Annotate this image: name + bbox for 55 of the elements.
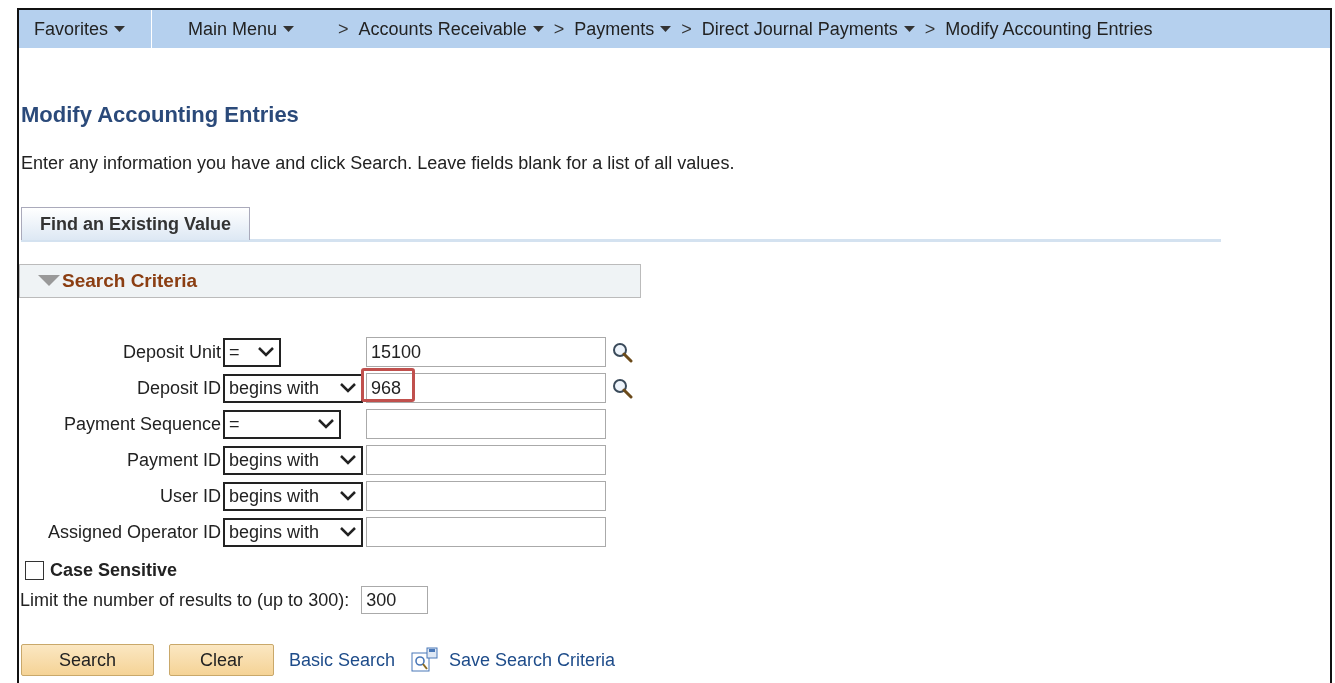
operator-dropdown[interactable]: = — [223, 337, 281, 367]
menu-link[interactable]: Accounts Receivable — [358, 18, 527, 40]
breadcrumb-separator: > — [553, 18, 565, 40]
tab[interactable]: Find an Existing Value — [21, 207, 251, 240]
caret-icon[interactable] — [283, 26, 295, 32]
operator-dropdown[interactable]: begins with — [223, 445, 363, 475]
field-label: Limit the number of results to (up to 300): — [20, 589, 350, 611]
chevron-icon[interactable] — [339, 382, 357, 394]
operator-dropdown[interactable]: begins with — [223, 373, 363, 403]
page-title: Modify Accounting Entries — [21, 102, 300, 128]
menu-link[interactable]: Favorites — [34, 18, 109, 40]
triangle-icon[interactable] — [38, 275, 60, 287]
link[interactable]: Basic Search — [289, 649, 396, 671]
input-field[interactable] — [366, 409, 606, 439]
input-field[interactable] — [366, 481, 606, 511]
breadcrumb-separator: > — [681, 18, 692, 40]
caret-icon[interactable] — [114, 26, 126, 32]
checkbox-label: Case Sensitive — [50, 560, 178, 581]
field-label: User ID — [159, 485, 221, 507]
operator-dropdown[interactable]: = — [223, 409, 341, 439]
menu-link[interactable]: Modify Accounting Entries — [945, 18, 1153, 40]
search-icon[interactable] — [611, 377, 633, 399]
input-field[interactable]: 968 — [366, 373, 606, 403]
breadcrumb-separator: > — [924, 18, 936, 40]
checkbox[interactable] — [25, 561, 44, 580]
caret-icon[interactable] — [660, 26, 672, 32]
operator-dropdown[interactable]: begins with — [223, 517, 363, 547]
input-field[interactable] — [366, 445, 606, 475]
section-header[interactable]: Search Criteria — [19, 264, 641, 298]
input-field[interactable] — [366, 517, 606, 547]
field-label: Deposit Unit — [121, 341, 221, 363]
menu-link[interactable]: Main Menu — [188, 18, 278, 40]
link[interactable]: Save Search Criteria — [449, 649, 616, 671]
field-label: Payment Sequence — [62, 413, 221, 435]
chevron-icon[interactable] — [257, 346, 275, 358]
input-field[interactable]: 15100 — [366, 337, 606, 367]
action-button[interactable]: Search — [21, 644, 154, 676]
operator-dropdown[interactable]: begins with — [223, 481, 363, 511]
chevron-icon[interactable] — [339, 526, 357, 538]
field-label: Payment ID — [125, 449, 221, 471]
chevron-icon[interactable] — [317, 418, 335, 430]
chevron-icon[interactable] — [339, 454, 357, 466]
field-label: Assigned Operator ID — [46, 521, 221, 543]
chevron-icon[interactable] — [339, 490, 357, 502]
menu-link[interactable]: Payments — [574, 18, 655, 40]
search-icon[interactable] — [611, 341, 633, 363]
breadcrumb-separator: > — [338, 18, 349, 40]
instruction-text: Enter any information you have and click Search. Leave fields blank for a list of all values. — [21, 153, 736, 174]
input-field[interactable]: 300 — [361, 586, 429, 614]
menu-link[interactable]: Direct Journal Payments — [701, 18, 898, 40]
field-label: Deposit ID — [135, 377, 221, 399]
caret-icon[interactable] — [532, 26, 544, 32]
save-search-icon[interactable] — [411, 647, 440, 673]
caret-icon[interactable] — [903, 26, 915, 32]
action-button[interactable]: Clear — [169, 644, 274, 676]
